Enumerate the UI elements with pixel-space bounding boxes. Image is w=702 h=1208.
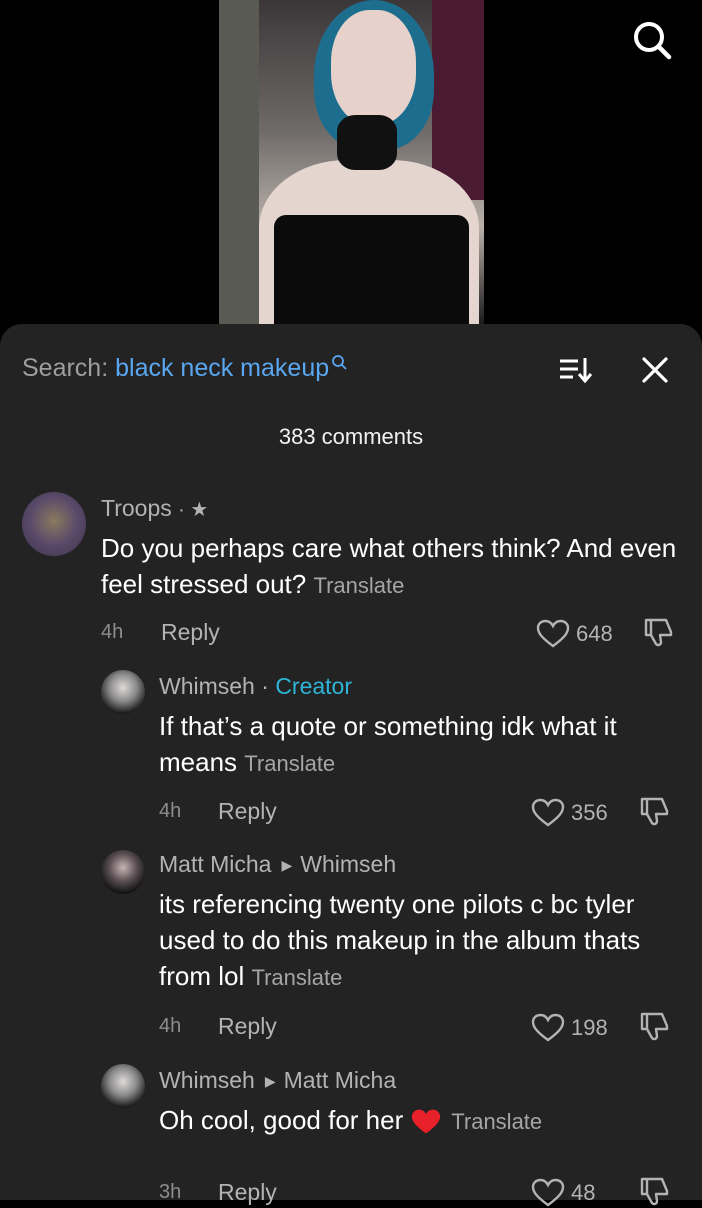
heart-icon[interactable]	[531, 798, 565, 828]
comment-body: its referencing twenty one pilots c bc t…	[159, 889, 641, 991]
related-search[interactable]: Search: black neck makeup	[22, 354, 347, 383]
video-background-door	[219, 0, 259, 324]
avatar[interactable]	[101, 1064, 145, 1108]
red-heart-emoji	[412, 1109, 441, 1134]
comment-count: 383 comments	[278, 424, 424, 449]
heart-icon[interactable]	[536, 619, 570, 649]
avatar[interactable]	[101, 850, 145, 894]
comment-item: Whimseh · Creator If that’s a quote or s…	[0, 670, 702, 830]
reply-button[interactable]: Reply	[218, 1013, 277, 1040]
reply-button[interactable]: Reply	[161, 619, 220, 646]
comment-item: Troops · ★ Do you perhaps care what othe…	[0, 490, 702, 650]
author-name[interactable]: Whimseh	[159, 1067, 255, 1093]
comments-header: Search: black neck makeup	[0, 324, 702, 414]
author-badge: · ★	[178, 499, 209, 521]
close-icon[interactable]	[640, 355, 670, 385]
comment-author[interactable]: Whimseh · Creator	[159, 673, 352, 700]
heart-icon[interactable]	[531, 1178, 565, 1208]
comment-time: 4h	[159, 1015, 182, 1037]
search-icon[interactable]	[630, 18, 674, 62]
avatar[interactable]	[22, 492, 86, 556]
sort-icon[interactable]	[557, 354, 593, 386]
reply-button[interactable]: Reply	[218, 1179, 277, 1206]
comment-author[interactable]: Troops · ★	[101, 495, 208, 522]
video-player[interactable]	[0, 0, 702, 330]
comment-text: Oh cool, good for her Translate	[159, 1102, 684, 1140]
heart-icon[interactable]	[531, 1013, 565, 1043]
name-separator: ·	[261, 673, 269, 699]
like-count: 356	[571, 800, 608, 825]
caret-right-icon: ▶	[281, 857, 293, 874]
avatar[interactable]	[101, 670, 145, 714]
dislike-icon[interactable]	[638, 1009, 672, 1043]
reply-button[interactable]: Reply	[218, 798, 277, 825]
comment-body: Oh cool, good for her	[159, 1105, 404, 1135]
reply-to-name[interactable]: Whimseh	[300, 851, 396, 877]
comment-item: Matt Micha ▶ Whimseh its referencing twent…	[0, 848, 702, 1048]
like-count: 648	[576, 621, 613, 646]
like-count: 198	[571, 1015, 608, 1040]
comment-author[interactable]: Whimseh ▶ Matt Micha	[159, 1067, 396, 1094]
translate-link[interactable]: Translate	[251, 965, 342, 990]
search-prefix: Search:	[22, 354, 109, 382]
author-name[interactable]: Matt Micha	[159, 851, 271, 877]
caret-right-icon: ▶	[264, 1073, 276, 1090]
dislike-icon[interactable]	[638, 1174, 672, 1208]
translate-link[interactable]: Translate	[313, 573, 404, 598]
comment-text: Do you perhaps care what others think? A…	[101, 530, 681, 604]
comment-item: Whimseh ▶ Matt Micha Oh cool, good for her…	[0, 1064, 702, 1207]
search-query-link[interactable]: black neck makeup	[115, 354, 329, 382]
search-mini-icon	[332, 355, 347, 370]
video-person-neck	[337, 115, 397, 170]
like-count: 48	[571, 1180, 596, 1205]
translate-link[interactable]: Translate	[244, 751, 335, 776]
creator-tag: Creator	[275, 673, 353, 699]
comment-text: its referencing twenty one pilots c bc t…	[159, 886, 649, 996]
comments-sheet: Search: black neck makeup 383 comments T…	[0, 324, 702, 1207]
comment-time: 4h	[101, 621, 124, 643]
author-name[interactable]: Troops	[101, 495, 172, 521]
author-name[interactable]: Whimseh	[159, 673, 255, 699]
translate-link[interactable]: Translate	[451, 1109, 542, 1134]
comment-time: 3h	[159, 1181, 182, 1203]
video-background-curtain	[432, 0, 484, 200]
comment-time: 4h	[159, 800, 182, 822]
dislike-icon[interactable]	[642, 615, 676, 649]
video-person-top	[274, 215, 469, 324]
comment-text: If that’s a quote or something idk what …	[159, 708, 684, 782]
dislike-icon[interactable]	[638, 794, 672, 828]
comment-author[interactable]: Matt Micha ▶ Whimseh	[159, 851, 396, 878]
video-person-face	[331, 10, 416, 125]
reply-to-name[interactable]: Matt Micha	[284, 1067, 396, 1093]
video-thumbnail[interactable]	[219, 0, 484, 324]
comment-body: If that’s a quote or something idk what …	[159, 711, 617, 777]
